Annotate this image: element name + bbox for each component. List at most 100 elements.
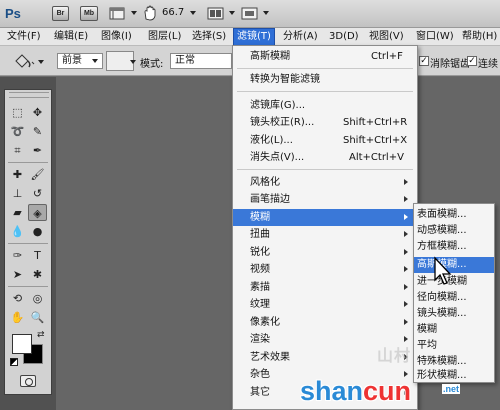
menu-item-video[interactable]: 视频 [233,261,417,278]
submenu-item-blur[interactable]: 模糊 [414,322,494,338]
menu-item-distort[interactable]: 扭曲 [233,226,417,243]
menu-item-stylize[interactable]: 风格化 [233,174,417,191]
screen-mode-icon[interactable] [240,5,260,22]
marquee-tool-icon[interactable]: ⬚ [8,104,27,121]
shortcut-text: Ctrl+F [371,51,403,62]
menu-item-sketch[interactable]: 素描 [233,279,417,296]
eraser-tool-icon[interactable]: ▰ [8,204,27,221]
watermark-text-blue: shan [300,376,364,406]
chevron-down-icon[interactable] [131,11,137,15]
clone-stamp-tool-icon[interactable]: ⊥ [8,185,27,202]
tools-container: ⬚ ✥ ➰ ✎ ⌗ ✒ ✚ 🖌 ⊥ ↺ ▰ ◈ 💧 ● ✑ T ➤ ✱ ⟲ ◎ … [4,89,52,395]
menu-select[interactable]: 选择(S) [189,28,229,46]
menu-item-pixelate[interactable]: 像素化 [233,314,417,331]
menu-help[interactable]: 帮助(H) [459,28,500,46]
contiguous-checkbox[interactable]: ✓ [467,56,477,66]
zoom-level[interactable]: 66.7 [162,7,184,18]
chevron-down-icon[interactable] [38,60,44,64]
menu-item-blur[interactable]: 模糊 [233,209,417,226]
view-extras-icon[interactable] [108,5,128,22]
watermark-text-red: cun [363,376,412,406]
menu-edit[interactable]: 编辑(E) [51,28,91,46]
menu-layer[interactable]: 图层(L) [145,28,184,46]
menu-item-label: 模糊 [250,212,270,223]
swap-colors-icon[interactable]: ⇄ [37,330,45,340]
submenu-item-radial-blur[interactable]: 径向模糊... [414,290,494,306]
menu-item-liquify[interactable]: 液化(L)... Shift+Ctrl+X [233,132,417,149]
paint-bucket-icon[interactable] [12,52,36,70]
menu-item-label: 转换为智能滤镜 [250,74,320,85]
bridge-button[interactable]: Br [52,6,69,21]
healing-brush-tool-icon[interactable]: ✚ [8,166,27,183]
3d-orbit-tool-icon[interactable]: ◎ [28,290,47,307]
quick-mask-icon[interactable] [20,375,36,387]
arrange-documents-icon[interactable] [206,5,226,22]
foreground-color-swatch[interactable] [12,334,32,354]
fill-source-select[interactable]: 前景 [57,53,103,69]
history-brush-tool-icon[interactable]: ↺ [28,185,47,202]
menu-item-sharpen[interactable]: 锐化 [233,244,417,261]
menu-item-convert-smart-filters[interactable]: 转换为智能滤镜 [233,71,417,88]
menu-window[interactable]: 窗口(W) [413,28,457,46]
brush-tool-icon[interactable]: 🖌 [28,166,47,183]
submenu-arrow-icon [404,301,408,307]
chevron-down-icon[interactable] [229,11,235,15]
hand-icon[interactable] [142,5,162,22]
eyedropper-tool-icon[interactable]: ✒ [28,142,47,159]
menu-image[interactable]: 图像(I) [98,28,135,46]
path-selection-tool-icon[interactable]: ➤ [8,266,27,283]
antialias-checkbox[interactable]: ✓ [419,56,429,66]
divider [237,68,413,69]
menu-item-filter-gallery[interactable]: 滤镜库(G)... [233,97,417,114]
menu-filter[interactable]: 滤镜(T) [233,28,275,46]
submenu-item-lens-blur[interactable]: 镜头模糊... [414,306,494,322]
type-tool-icon[interactable]: T [28,247,47,264]
minibridge-button[interactable]: Mb [80,6,98,21]
3d-rotate-tool-icon[interactable]: ⟲ [8,290,27,307]
zoom-tool-icon[interactable]: 🔍 [28,309,47,326]
paint-bucket-tool-icon[interactable]: ◈ [28,204,47,221]
default-colors-icon[interactable] [10,358,18,366]
submenu-item-shape-blur[interactable]: 形状模糊... [414,368,494,384]
tools-panel: ⬚ ✥ ➰ ✎ ⌗ ✒ ✚ 🖌 ⊥ ↺ ▰ ◈ 💧 ● ✑ T ➤ ✱ ⟲ ◎ … [0,77,56,410]
lasso-tool-icon[interactable]: ➰ [8,123,27,140]
menu-item-vanishing-point[interactable]: 消失点(V)... Alt+Ctrl+V [233,149,417,166]
antialias-label: 消除锯齿 [430,59,470,70]
menu-item-label: 杂色 [250,369,270,380]
menu-item-lens-correction[interactable]: 镜头校正(R)... Shift+Ctrl+R [233,114,417,131]
fill-source-value: 前景 [62,55,82,66]
panel-grip[interactable] [9,92,49,98]
pen-tool-icon[interactable]: ✑ [8,247,27,264]
dodge-tool-icon[interactable]: ● [28,223,47,240]
menu-file[interactable]: 文件(F) [4,28,44,46]
submenu-item-motion-blur[interactable]: 动感模糊... [414,223,494,239]
menu-item-texture[interactable]: 纹理 [233,296,417,313]
menu-item-label: 视频 [250,264,270,275]
chevron-down-icon[interactable] [190,11,196,15]
menu-item-label: 扭曲 [250,229,270,240]
hand-tool-icon[interactable]: ✋ [8,309,27,326]
submenu-item-surface-blur[interactable]: 表面模糊... [414,207,494,223]
blur-tool-icon[interactable]: 💧 [8,223,27,240]
blend-mode-value: 正常 [175,55,195,66]
menu-view[interactable]: 视图(V) [366,28,407,46]
menu-3d[interactable]: 3D(D) [326,28,362,46]
menu-item-label: 锐化 [250,247,270,258]
blend-mode-select[interactable]: 正常 [170,53,232,69]
submenu-item-average[interactable]: 平均 [414,338,494,354]
move-tool-icon[interactable]: ✥ [28,104,47,121]
chevron-down-icon[interactable] [263,11,269,15]
menu-analysis[interactable]: 分析(A) [280,28,321,46]
menu-item-label: 素描 [250,282,270,293]
submenu-item-box-blur[interactable]: 方框模糊... [414,239,494,255]
menu-item-last-filter[interactable]: 高斯模糊 Ctrl+F [233,48,417,65]
quick-selection-tool-icon[interactable]: ✎ [28,123,47,140]
menu-item-label: 风格化 [250,177,280,188]
pattern-picker[interactable] [106,51,136,71]
shortcut-text: Alt+Ctrl+V [349,152,404,163]
menu-item-label: 艺术效果 [250,352,290,363]
shape-tool-icon[interactable]: ✱ [28,266,47,283]
crop-tool-icon[interactable]: ⌗ [8,142,27,159]
menu-item-brush-strokes[interactable]: 画笔描边 [233,191,417,208]
divider [8,286,48,287]
